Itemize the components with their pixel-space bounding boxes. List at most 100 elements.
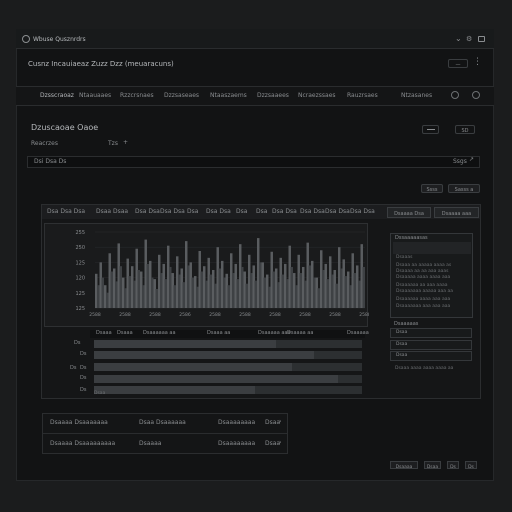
chart-bar[interactable] bbox=[322, 270, 325, 308]
column-header[interactable]: Dsa Dsa bbox=[300, 209, 325, 215]
chart-bar[interactable] bbox=[254, 280, 257, 308]
chart-bar[interactable] bbox=[317, 288, 320, 308]
chart-bar[interactable] bbox=[142, 285, 145, 308]
chart-bar[interactable] bbox=[290, 266, 293, 308]
column-header[interactable]: Dsa Dsa bbox=[325, 209, 350, 215]
chart-bar[interactable] bbox=[200, 271, 203, 308]
nav-item-0[interactable]: Dzsscraoaz bbox=[40, 93, 74, 99]
options-item[interactable]: Dsaa bbox=[390, 351, 472, 361]
timeline-bar[interactable] bbox=[94, 340, 277, 348]
nav-item-3[interactable]: Dzzsaseaes bbox=[164, 93, 199, 99]
chart-bar[interactable] bbox=[227, 285, 230, 308]
options-item[interactable]: Dsaa bbox=[390, 340, 472, 350]
pagination-button[interactable]: Ds bbox=[447, 461, 459, 470]
nav-item-1[interactable]: Ntaauaaes bbox=[79, 93, 111, 99]
chart-bar[interactable] bbox=[196, 286, 199, 308]
timeline-bar[interactable] bbox=[94, 363, 293, 371]
column-action-1[interactable]: Dsaaaa Dsa bbox=[387, 207, 431, 218]
panel-button-2[interactable]: Sasss a bbox=[448, 184, 480, 193]
chart-bar[interactable] bbox=[106, 292, 109, 308]
chart-bar[interactable] bbox=[97, 285, 100, 308]
chart-bar[interactable] bbox=[146, 263, 149, 308]
chart-bar[interactable] bbox=[223, 277, 226, 308]
timeline-bar[interactable] bbox=[94, 351, 314, 359]
pagination-button[interactable]: Dsaa bbox=[424, 461, 441, 470]
nav-item-4[interactable]: Ntaaszaems bbox=[210, 93, 247, 99]
chart-bar[interactable] bbox=[164, 279, 167, 308]
chart-bar[interactable] bbox=[209, 274, 212, 308]
nav-item-2[interactable]: Rzzcrsnaes bbox=[120, 93, 154, 99]
chart-bar[interactable] bbox=[128, 276, 131, 308]
chart-bar[interactable] bbox=[362, 266, 365, 308]
chart-bar[interactable] bbox=[272, 271, 275, 308]
chart-bar[interactable] bbox=[205, 280, 208, 308]
column-header[interactable]: Dsa bbox=[256, 209, 267, 215]
chart-bar[interactable] bbox=[155, 289, 158, 308]
window-icon[interactable] bbox=[478, 36, 485, 42]
nav-item-8[interactable]: Ntzasanes bbox=[401, 93, 432, 99]
chart-bar[interactable] bbox=[232, 273, 235, 308]
chevron-right-icon[interactable]: › bbox=[279, 440, 281, 446]
notification-icon[interactable] bbox=[451, 91, 459, 99]
details-input[interactable] bbox=[393, 242, 471, 254]
chart-bar[interactable] bbox=[241, 266, 244, 308]
chart-bar[interactable] bbox=[349, 285, 352, 308]
chart-bar[interactable] bbox=[191, 277, 194, 308]
pagination-button[interactable]: Dsaaaa bbox=[390, 461, 418, 470]
chart-bar[interactable] bbox=[259, 262, 262, 308]
chart-bar[interactable] bbox=[250, 273, 253, 308]
section-button-a[interactable] bbox=[422, 125, 439, 134]
panel-button-1[interactable]: Ssss bbox=[421, 184, 443, 193]
chart-bar[interactable] bbox=[326, 279, 329, 308]
column-action-2[interactable]: Dsaaaa aaa bbox=[434, 207, 479, 218]
chart-bar[interactable] bbox=[277, 282, 280, 308]
chart-bar[interactable] bbox=[295, 285, 298, 308]
chart-bar[interactable] bbox=[353, 273, 356, 308]
chart-bar[interactable] bbox=[218, 268, 221, 308]
column-header[interactable]: Dsa Dsa bbox=[206, 209, 231, 215]
chart-bar[interactable] bbox=[236, 279, 239, 308]
chart-bar[interactable] bbox=[358, 280, 361, 308]
column-header[interactable]: Dsa Dsa bbox=[135, 209, 160, 215]
chart-bar[interactable] bbox=[245, 283, 248, 308]
plus-icon[interactable]: + bbox=[123, 140, 128, 146]
chart-bar[interactable] bbox=[308, 265, 311, 308]
chart-bar[interactable] bbox=[182, 282, 185, 308]
chart-bar[interactable] bbox=[169, 266, 172, 308]
chart-bar[interactable] bbox=[124, 288, 127, 308]
column-header[interactable]: Dsaa Dsaa bbox=[96, 209, 128, 215]
chart-bar[interactable] bbox=[133, 280, 136, 308]
column-header[interactable]: Dsa Dsa Dsa bbox=[47, 209, 85, 215]
section-button-b[interactable]: SD bbox=[455, 125, 475, 134]
chart-bar[interactable] bbox=[101, 277, 104, 308]
chart-bar[interactable] bbox=[344, 276, 347, 308]
chart-bar[interactable] bbox=[286, 279, 289, 308]
column-header[interactable]: Dsa Dsa bbox=[350, 209, 375, 215]
chart-bar[interactable] bbox=[115, 281, 118, 308]
chart-bar[interactable] bbox=[340, 268, 343, 308]
user-icon[interactable] bbox=[472, 91, 480, 99]
chart-bar[interactable] bbox=[119, 266, 122, 308]
filter-strip[interactable] bbox=[27, 156, 480, 168]
chart-bar[interactable] bbox=[151, 277, 154, 308]
chart-bar[interactable] bbox=[110, 271, 113, 308]
chart-bar[interactable] bbox=[263, 277, 266, 308]
nav-item-6[interactable]: Ncraezssaes bbox=[298, 93, 336, 99]
chart-bar[interactable] bbox=[331, 274, 334, 308]
nav-item-7[interactable]: Rauzrsaes bbox=[347, 93, 378, 99]
timeline-bar[interactable] bbox=[94, 375, 338, 383]
chart-bar[interactable] bbox=[335, 283, 338, 308]
header-button[interactable]: — bbox=[448, 59, 468, 68]
chart-bar[interactable] bbox=[304, 280, 307, 308]
chart-bar[interactable] bbox=[187, 265, 190, 308]
chart-bar[interactable] bbox=[313, 277, 316, 308]
chevron-down-icon[interactable]: ⌄ bbox=[455, 35, 462, 43]
column-header[interactable]: Dsa Dsa bbox=[160, 209, 185, 215]
chart-bar[interactable] bbox=[160, 273, 163, 308]
chart-bar[interactable] bbox=[268, 286, 271, 308]
chart-bar[interactable] bbox=[178, 274, 181, 308]
chevron-right-icon[interactable]: › bbox=[279, 419, 281, 425]
chart-bar[interactable] bbox=[214, 283, 217, 308]
more-icon[interactable]: ⋮ bbox=[473, 58, 482, 67]
timeline-bar[interactable] bbox=[94, 386, 255, 394]
